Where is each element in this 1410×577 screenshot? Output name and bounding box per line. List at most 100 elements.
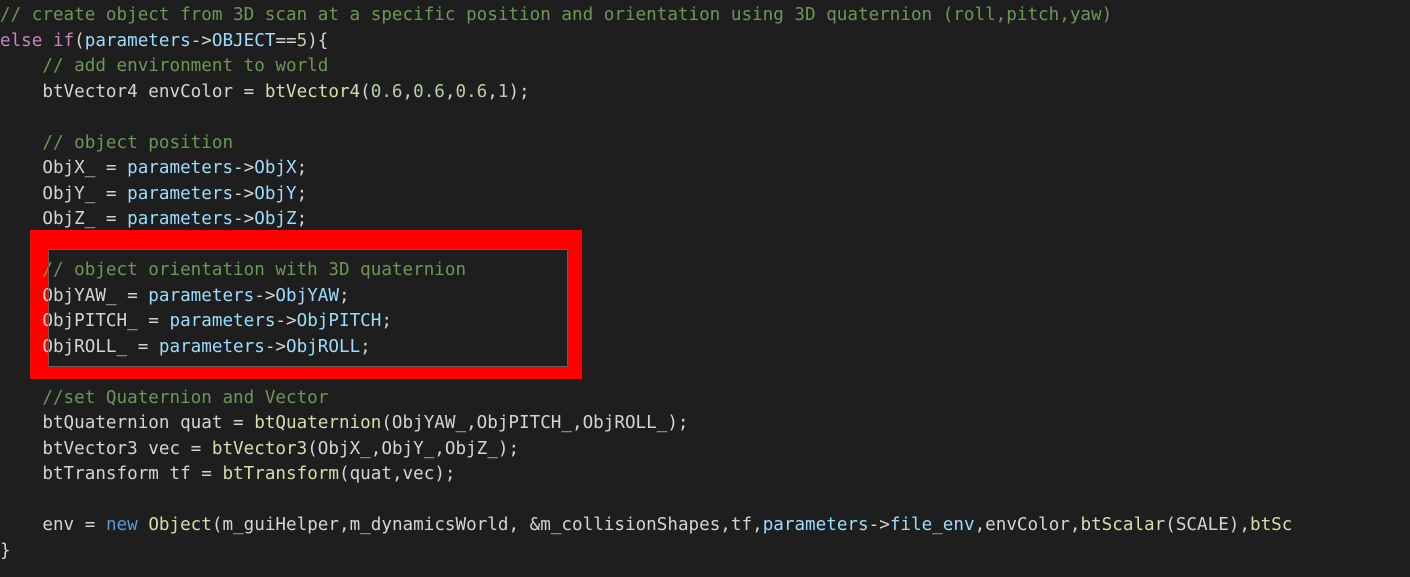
code-token: //set Quaternion and Vector bbox=[42, 387, 329, 408]
code-token: 5 bbox=[296, 30, 308, 51]
code-token: (SCALE), bbox=[1165, 515, 1250, 535]
code-token: -> bbox=[233, 209, 255, 229]
code-token: btVector3 bbox=[211, 438, 308, 459]
code-token: parameters bbox=[84, 30, 191, 51]
code-token: 1 bbox=[497, 81, 509, 102]
code-line[interactable]: // create object from 3D scan at a speci… bbox=[0, 3, 1410, 29]
code-line[interactable]: btVector3 vec = btVector3(ObjX_,ObjY_,Ob… bbox=[0, 437, 1410, 463]
code-token: , bbox=[444, 81, 456, 102]
code-token: -> bbox=[275, 311, 297, 331]
code-token: (ObjYAW_,ObjPITCH_,ObjROLL_); bbox=[381, 413, 689, 433]
code-token: ,envColor, bbox=[974, 515, 1081, 535]
code-token: parameters bbox=[158, 336, 265, 357]
code-token: } bbox=[0, 540, 11, 561]
code-token: -> bbox=[264, 336, 287, 357]
code-token: 0.6 bbox=[413, 81, 445, 102]
code-token: ObjYAW_ = bbox=[0, 285, 149, 306]
code-token: parameters bbox=[127, 209, 234, 229]
code-token: ObjPITCH bbox=[296, 311, 382, 331]
code-token: ( bbox=[360, 81, 371, 102]
code-token: ObjY_ = bbox=[0, 183, 128, 204]
code-token: ObjY bbox=[254, 183, 297, 204]
code-token: ; bbox=[296, 183, 308, 204]
code-token: -> bbox=[254, 285, 276, 306]
code-line[interactable]: // object position bbox=[0, 131, 1410, 157]
code-line[interactable]: ObjYAW_ = parameters->ObjYAW; bbox=[0, 284, 1410, 310]
code-line[interactable]: ObjY_ = parameters->ObjY; bbox=[0, 182, 1410, 208]
code-token: // create object from 3D scan at a speci… bbox=[0, 5, 1113, 25]
code-token: ObjPITCH_ = bbox=[0, 311, 170, 331]
code-line[interactable]: // object orientation with 3D quaternion bbox=[0, 258, 1410, 284]
code-token: parameters bbox=[169, 311, 276, 331]
code-token: btScalar bbox=[1080, 515, 1166, 535]
code-line[interactable]: env = new Object(m_guiHelper,m_dynamicsW… bbox=[0, 513, 1410, 539]
code-token: ObjX_ = bbox=[0, 158, 128, 178]
code-line[interactable]: else if(parameters->OBJECT==5){ bbox=[0, 29, 1410, 55]
code-token: btQuaternion quat = bbox=[0, 413, 255, 433]
code-line[interactable]: ObjX_ = parameters->ObjX; bbox=[0, 156, 1410, 182]
code-line[interactable]: ​ bbox=[0, 360, 1410, 386]
code-line[interactable]: ObjROLL_ = parameters->ObjROLL; bbox=[0, 335, 1410, 361]
code-token: // object orientation with 3D quaternion bbox=[42, 260, 467, 280]
code-token: ObjZ bbox=[254, 209, 297, 229]
code-token: -> bbox=[868, 515, 890, 535]
code-token: env = bbox=[0, 515, 106, 535]
code-token: ; bbox=[381, 311, 392, 331]
code-token: ObjROLL_ = bbox=[0, 336, 159, 357]
code-token: ObjYAW bbox=[275, 285, 339, 306]
code-token: btVector4 envColor = bbox=[0, 81, 265, 102]
code-line[interactable]: ​ bbox=[0, 105, 1410, 131]
code-token: ; bbox=[338, 285, 350, 306]
code-token: btTransform bbox=[222, 464, 339, 484]
code-line[interactable]: ​ bbox=[0, 488, 1410, 514]
code-token: parameters bbox=[127, 158, 234, 178]
code-token: ; bbox=[296, 209, 308, 229]
code-token: btVector4 bbox=[264, 81, 361, 102]
code-line[interactable]: // add environment to world bbox=[0, 54, 1410, 80]
code-token: ; bbox=[296, 158, 308, 178]
code-token: btSc bbox=[1250, 515, 1293, 535]
code-token: btQuaternion bbox=[254, 413, 382, 433]
code-token: == bbox=[275, 30, 297, 51]
code-token: parameters bbox=[127, 183, 234, 204]
code-token: new bbox=[105, 515, 138, 535]
code-lines[interactable]: // create object from 3D scan at a speci… bbox=[0, 3, 1410, 564]
code-token: 0.6 bbox=[370, 81, 403, 102]
code-line[interactable]: } bbox=[0, 539, 1410, 565]
code-line[interactable]: btVector4 envColor = btVector4(0.6,0.6,0… bbox=[0, 80, 1410, 106]
code-line[interactable]: btTransform tf = btTransform(quat,vec); bbox=[0, 462, 1410, 488]
code-token: (ObjX_,ObjY_,ObjZ_); bbox=[307, 438, 520, 459]
code-token: OBJECT bbox=[211, 30, 276, 51]
code-token: // object position bbox=[42, 132, 234, 153]
code-token: -> bbox=[190, 30, 212, 51]
code-token: -> bbox=[233, 158, 255, 178]
code-line[interactable]: //set Quaternion and Vector bbox=[0, 386, 1410, 412]
code-line[interactable]: ObjZ_ = parameters->ObjZ; bbox=[0, 207, 1410, 233]
code-editor[interactable]: // create object from 3D scan at a speci… bbox=[0, 0, 1410, 577]
code-token: ObjZ_ = bbox=[0, 209, 128, 229]
code-token: ; bbox=[360, 336, 371, 357]
code-line[interactable]: ObjPITCH_ = parameters->ObjPITCH; bbox=[0, 309, 1410, 335]
code-token: ){ bbox=[307, 30, 329, 51]
code-token: , bbox=[487, 81, 498, 102]
code-token: else if bbox=[0, 30, 75, 51]
code-token: (quat,vec); bbox=[338, 464, 456, 484]
code-token: ObjX bbox=[254, 158, 297, 178]
code-token: btVector3 vec = bbox=[0, 438, 212, 459]
code-line[interactable]: btQuaternion quat = btQuaternion(ObjYAW_… bbox=[0, 411, 1410, 437]
code-token: // add environment to world bbox=[42, 56, 329, 76]
code-line[interactable]: ​ bbox=[0, 233, 1410, 259]
code-token: , bbox=[402, 81, 414, 102]
code-token: 0.6 bbox=[455, 81, 488, 102]
code-token: -> bbox=[233, 183, 255, 204]
code-token: parameters bbox=[762, 515, 869, 535]
code-token: ); bbox=[508, 81, 530, 102]
code-token: parameters bbox=[148, 285, 255, 306]
code-token: (m_guiHelper,m_dynamicsWorld, &m_collisi… bbox=[211, 515, 763, 535]
code-token: btTransform tf = bbox=[0, 464, 223, 484]
